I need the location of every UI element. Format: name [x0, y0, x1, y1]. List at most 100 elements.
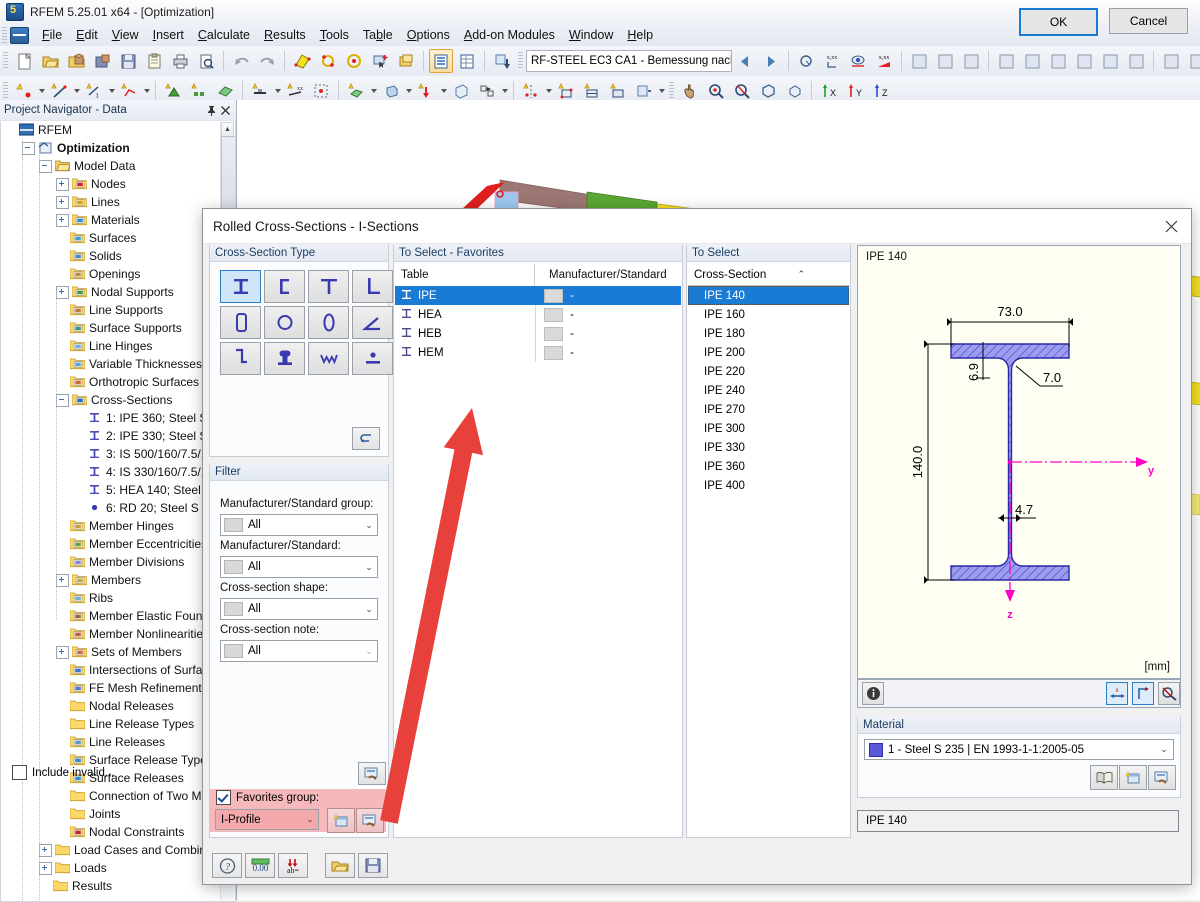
tree-item-member-eccentricities[interactable]: Member Eccentricities: [1, 535, 235, 553]
tree-item-line-hinges[interactable]: Line Hinges: [1, 337, 235, 355]
cross-section-list-item[interactable]: IPE 160: [688, 305, 849, 324]
cross-section-list-item[interactable]: IPE 400: [688, 476, 849, 495]
cross-section-list-item[interactable]: IPE 360: [688, 457, 849, 476]
tree-item-ribs[interactable]: Ribs: [1, 589, 235, 607]
favorites-row[interactable]: HEB-: [395, 324, 681, 343]
filter-select-0[interactable]: All⌄: [220, 514, 378, 536]
filter-select-1[interactable]: All⌄: [220, 556, 378, 578]
tree-item-variable-thicknesses[interactable]: Variable Thicknesses: [1, 355, 235, 373]
local-axis-icon[interactable]: [1132, 682, 1154, 705]
module-select[interactable]: RF-STEEL EC3 CA1 - Bemessung nach E: [526, 50, 732, 72]
expand-icon[interactable]: [56, 574, 69, 587]
type-button-bar-section[interactable]: [352, 342, 393, 375]
ortho-icon[interactable]: [1072, 49, 1096, 73]
dropdown-arrow-icon[interactable]: [107, 80, 116, 102]
binoculars-icon[interactable]: [907, 49, 931, 73]
save-icon[interactable]: [358, 853, 388, 878]
shade-icon[interactable]: [959, 49, 983, 73]
print-preview-icon[interactable]: [194, 49, 218, 73]
tree-item-lines[interactable]: Lines: [1, 193, 235, 211]
toolbar-grip[interactable]: [669, 82, 674, 100]
tree-item-load-cases-and-combinat[interactable]: Load Cases and Combinat: [1, 841, 235, 859]
type-button-angle-section[interactable]: [352, 306, 393, 339]
tree-item-member-divisions[interactable]: Member Divisions: [1, 553, 235, 571]
cross-section-list-item[interactable]: IPE 270: [688, 400, 849, 419]
dimension-x-icon[interactable]: x: [1106, 682, 1128, 705]
tree-item-nodal-supports[interactable]: Nodal Supports: [1, 283, 235, 301]
tree-item-openings[interactable]: Openings: [1, 265, 235, 283]
filter-select-3[interactable]: All⌄: [220, 640, 378, 662]
table-list-icon[interactable]: [429, 49, 453, 73]
app-menu-icon[interactable]: [10, 27, 29, 44]
dropdown-arrow-icon[interactable]: [369, 80, 378, 102]
result-icon[interactable]: [794, 49, 818, 73]
open-package-icon[interactable]: [64, 49, 88, 73]
apply-arrow-icon[interactable]: [352, 427, 380, 450]
cross-section-list-item[interactable]: IPE 240: [688, 381, 849, 400]
snap-icon[interactable]: [1046, 49, 1070, 73]
cross-section-list-item[interactable]: IPE 330: [688, 438, 849, 457]
tree-item-materials[interactable]: Materials: [1, 211, 235, 229]
expand-icon[interactable]: [39, 844, 52, 857]
chevron-down-icon[interactable]: ⌄: [361, 562, 377, 573]
menu-item-window[interactable]: Window: [562, 26, 620, 44]
tree-item-line-release-types[interactable]: Line Release Types: [1, 715, 235, 733]
menu-item-edit[interactable]: Edit: [69, 26, 105, 44]
type-button-channel-section[interactable]: [264, 270, 305, 303]
scroll-up-icon[interactable]: ▲: [221, 122, 234, 137]
selected-section-field[interactable]: IPE 140: [857, 810, 1179, 832]
dropdown-arrow-icon[interactable]: [657, 80, 666, 102]
save-icon[interactable]: [116, 49, 140, 73]
menu-item-add-on-modules[interactable]: Add-on Modules: [457, 26, 562, 44]
open-folder-icon[interactable]: [38, 49, 62, 73]
tree-item-joints[interactable]: Joints: [1, 805, 235, 823]
dropdown-arrow-icon[interactable]: [37, 80, 46, 102]
tree-item-intersections-of-surfac[interactable]: Intersections of Surfac: [1, 661, 235, 679]
dropdown-arrow-icon[interactable]: [273, 80, 282, 102]
menu-item-view[interactable]: View: [105, 26, 146, 44]
expand-icon[interactable]: [56, 196, 69, 209]
guide-icon[interactable]: [1159, 49, 1183, 73]
type-button-circular-hollow-section[interactable]: [264, 306, 305, 339]
material-library-icon[interactable]: [1090, 765, 1118, 790]
help-icon[interactable]: ?: [212, 853, 242, 878]
redo-icon[interactable]: [255, 49, 279, 73]
cross-section-list-item[interactable]: IPE 140: [688, 286, 849, 305]
tree-item-cross-sections[interactable]: Cross-Sections: [1, 391, 235, 409]
type-button-i-section[interactable]: [220, 270, 261, 303]
cross-section-list-item[interactable]: IPE 300: [688, 419, 849, 438]
next-nav-icon[interactable]: [759, 49, 783, 73]
cross-section-list-item[interactable]: IPE 180: [688, 324, 849, 343]
favorites-table-body[interactable]: IPE-HEA-HEB-HEM-: [395, 286, 681, 836]
window-icon[interactable]: [394, 49, 418, 73]
toolbar-grip[interactable]: [3, 52, 8, 70]
material-select[interactable]: 1 - Steel S 235 | EN 1993-1-1:2005-05 ⌄: [864, 739, 1174, 760]
chevron-down-icon[interactable]: ⌄: [361, 604, 377, 615]
tree-item-3-is-500-160-7-5-1[interactable]: 3: IS 500/160/7.5/1: [1, 445, 235, 463]
close-icon[interactable]: [218, 103, 232, 117]
dropdown-arrow-icon[interactable]: [500, 80, 509, 102]
tree-item-1-ipe-360-steel-s-2[interactable]: 1: IPE 360; Steel S 2: [1, 409, 235, 427]
clipboard-icon[interactable]: [142, 49, 166, 73]
value2-xx-icon[interactable]: x,xx: [872, 49, 896, 73]
select-plus-icon[interactable]: [368, 49, 392, 73]
dropdown-arrow-icon[interactable]: [72, 80, 81, 102]
tree-item-line-supports[interactable]: Line Supports: [1, 301, 235, 319]
cross-section-list-item[interactable]: IPE 200: [688, 343, 849, 362]
undo-icon[interactable]: [229, 49, 253, 73]
render-icon[interactable]: [933, 49, 957, 73]
print-icon[interactable]: [168, 49, 192, 73]
plane-icon[interactable]: [1185, 49, 1200, 73]
tree-item-2-ipe-330-steel-s-2[interactable]: 2: IPE 330; Steel S 2: [1, 427, 235, 445]
dropdown-arrow-icon[interactable]: [544, 80, 553, 102]
cross-section-type-grid[interactable]: [220, 270, 395, 377]
menu-item-calculate[interactable]: Calculate: [191, 26, 257, 44]
tree-item-5-hea-140-steel-s[interactable]: 5: HEA 140; Steel S: [1, 481, 235, 499]
to-select-list[interactable]: IPE 140IPE 160IPE 180IPE 200IPE 220IPE 2…: [688, 286, 849, 836]
expand-icon[interactable]: [56, 286, 69, 299]
type-button-l-angle-section[interactable]: [352, 270, 393, 303]
tree-item-connection-of-two-m[interactable]: Connection of Two M: [1, 787, 235, 805]
close-icon[interactable]: [1151, 210, 1191, 243]
collapse-icon[interactable]: [56, 394, 69, 407]
include-invalid-checkbox[interactable]: Include invalid...: [12, 765, 114, 780]
